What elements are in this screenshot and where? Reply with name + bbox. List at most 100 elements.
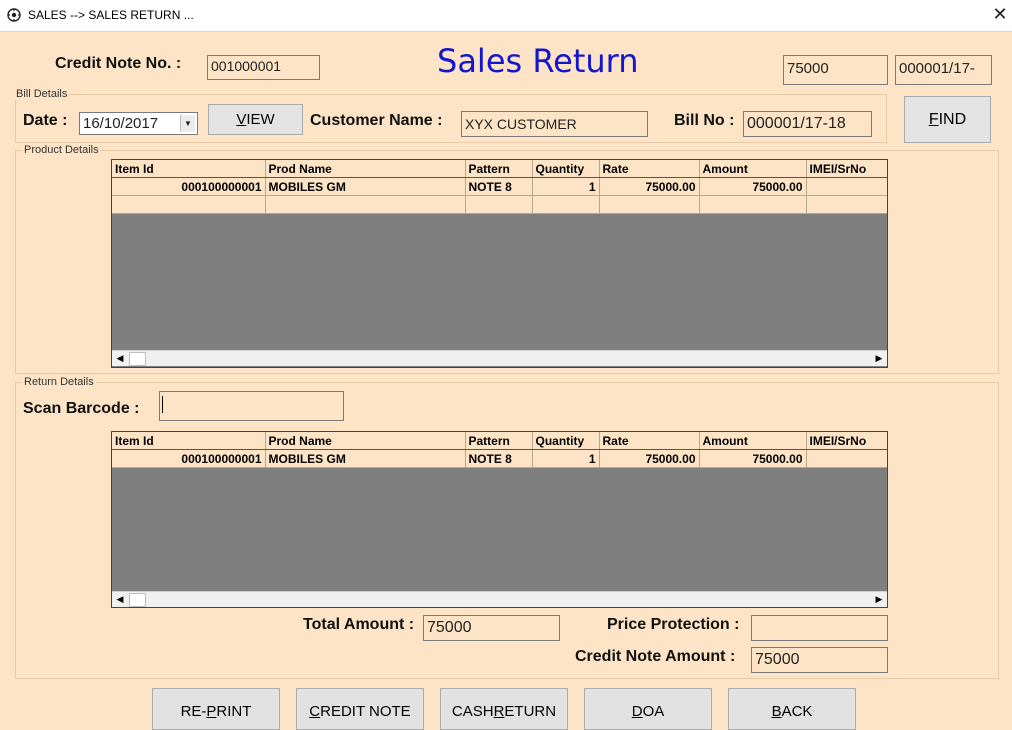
column-header[interactable]: Rate: [599, 432, 700, 450]
total-amount-field[interactable]: 75000: [423, 615, 560, 641]
text-cursor: [162, 396, 163, 413]
horizontal-scrollbar[interactable]: ◀ ▶: [112, 591, 887, 607]
date-value: 16/10/2017: [83, 115, 159, 132]
cell-amount[interactable]: 75000.00: [699, 449, 807, 468]
cash-return-button-pre: CASH: [451, 703, 494, 720]
cell-quantity[interactable]: 1: [532, 177, 600, 196]
column-header[interactable]: Item Id: [112, 432, 266, 450]
empty-cell[interactable]: [112, 195, 266, 214]
empty-cell[interactable]: [699, 195, 807, 214]
cell-rate[interactable]: 75000.00: [599, 177, 700, 196]
column-header[interactable]: Quantity: [532, 432, 600, 450]
column-header[interactable]: Pattern: [465, 432, 533, 450]
app-gear-icon: [7, 8, 21, 22]
credit-note-amount-label: Credit Note Amount :: [575, 648, 736, 665]
return-details-label: Return Details: [22, 376, 96, 388]
customer-name-field[interactable]: XYX CUSTOMER: [461, 111, 648, 137]
column-header[interactable]: Item Id: [112, 160, 266, 178]
cell-item-id[interactable]: 000100000001: [112, 177, 266, 196]
cell-prod-name[interactable]: MOBILES GM: [265, 449, 466, 468]
scroll-thumb[interactable]: [129, 352, 146, 366]
scroll-right-icon[interactable]: ▶: [871, 592, 887, 607]
credit-note-field[interactable]: 001000001: [207, 55, 320, 80]
top-bill-field[interactable]: 000001/17-: [895, 55, 992, 85]
reprint-button-post: RINT: [216, 703, 252, 720]
cash-return-button-accel: R: [493, 703, 505, 720]
chevron-down-icon[interactable]: ▼: [180, 115, 195, 132]
scroll-right-icon[interactable]: ▶: [871, 351, 887, 367]
column-header[interactable]: Amount: [699, 160, 807, 178]
price-protection-label: Price Protection :: [607, 616, 740, 633]
empty-cell[interactable]: [599, 195, 700, 214]
back-button-post: ACK: [781, 703, 813, 720]
cell-amount[interactable]: 75000.00: [699, 177, 807, 196]
column-header[interactable]: IMEI/SrNo: [806, 432, 887, 450]
view-button-post: IEW: [246, 111, 275, 128]
back-button-accel: B: [771, 703, 782, 720]
reprint-button[interactable]: RE- P RINT: [152, 688, 280, 730]
column-header[interactable]: IMEI/SrNo: [806, 160, 887, 178]
scroll-left-icon[interactable]: ◀: [112, 592, 128, 607]
cell-pattern[interactable]: NOTE 8: [465, 449, 533, 468]
close-icon[interactable]: ✕: [990, 4, 1010, 26]
cash-return-button-post: ETURN: [504, 703, 557, 720]
view-button-accel: V: [236, 111, 247, 128]
price-protection-field[interactable]: [751, 615, 888, 641]
scroll-thumb[interactable]: [129, 593, 146, 607]
table-row-empty[interactable]: [112, 195, 887, 214]
credit-note-button-accel: C: [309, 703, 321, 720]
empty-cell[interactable]: [806, 195, 887, 214]
cell-item-id[interactable]: 000100000001: [112, 449, 266, 468]
column-header[interactable]: Quantity: [532, 160, 600, 178]
horizontal-scrollbar[interactable]: ◀ ▶: [112, 350, 887, 366]
doa-button-post: OA: [642, 703, 665, 720]
column-header[interactable]: Prod Name: [265, 160, 466, 178]
cell-imei[interactable]: [806, 449, 887, 468]
total-amount-label: Total Amount :: [303, 616, 415, 633]
find-button[interactable]: F IND: [904, 96, 991, 143]
cell-quantity[interactable]: 1: [532, 449, 600, 468]
cell-prod-name[interactable]: MOBILES GM: [265, 177, 466, 196]
table-header-row: Item Id Prod Name Pattern Quantity Rate …: [112, 160, 887, 178]
cell-imei[interactable]: [806, 177, 887, 196]
column-header[interactable]: Pattern: [465, 160, 533, 178]
window-title: SALES --> SALES RETURN ...: [28, 8, 194, 22]
back-button[interactable]: B ACK: [728, 688, 856, 730]
cash-return-button[interactable]: CASH R ETURN: [440, 688, 568, 730]
cell-pattern[interactable]: NOTE 8: [465, 177, 533, 196]
table-header-row: Item Id Prod Name Pattern Quantity Rate …: [112, 432, 887, 450]
credit-note-label: Credit Note No. :: [55, 55, 182, 72]
title-bar: SALES --> SALES RETURN ... ✕: [0, 0, 1012, 32]
product-details-label: Product Details: [22, 144, 101, 156]
table-row[interactable]: 000100000001 MOBILES GM NOTE 8 1 75000.0…: [112, 449, 887, 468]
column-header[interactable]: Prod Name: [265, 432, 466, 450]
bill-no-label: Bill No :: [674, 112, 735, 129]
column-header[interactable]: Amount: [699, 432, 807, 450]
credit-note-button[interactable]: C REDIT NOTE: [296, 688, 424, 730]
return-grid[interactable]: Item Id Prod Name Pattern Quantity Rate …: [111, 431, 888, 608]
doa-button-accel: D: [631, 703, 643, 720]
product-table: Item Id Prod Name Pattern Quantity Rate …: [112, 160, 887, 214]
table-row[interactable]: 000100000001 MOBILES GM NOTE 8 1 75000.0…: [112, 177, 887, 196]
empty-cell[interactable]: [265, 195, 466, 214]
credit-note-amount-field[interactable]: 75000: [751, 647, 888, 673]
scroll-left-icon[interactable]: ◀: [112, 351, 128, 367]
date-label: Date :: [23, 112, 68, 129]
reprint-button-accel: P: [206, 703, 217, 720]
view-button[interactable]: V IEW: [208, 104, 303, 135]
empty-cell[interactable]: [465, 195, 533, 214]
top-amount-field[interactable]: 75000: [783, 55, 888, 85]
credit-note-button-post: REDIT NOTE: [320, 703, 411, 720]
column-header[interactable]: Rate: [599, 160, 700, 178]
product-grid[interactable]: Item Id Prod Name Pattern Quantity Rate …: [111, 159, 888, 368]
customer-name-label: Customer Name :: [310, 112, 443, 129]
empty-cell[interactable]: [532, 195, 600, 214]
bill-no-field[interactable]: 000001/17-18: [743, 111, 872, 137]
page-heading: Sales Return: [437, 42, 639, 80]
scan-barcode-label: Scan Barcode :: [23, 400, 140, 417]
return-table: Item Id Prod Name Pattern Quantity Rate …: [112, 432, 887, 468]
cell-rate[interactable]: 75000.00: [599, 449, 700, 468]
doa-button[interactable]: D OA: [584, 688, 712, 730]
scan-barcode-input[interactable]: [159, 391, 344, 421]
date-picker[interactable]: 16/10/2017 ▼: [79, 112, 198, 135]
